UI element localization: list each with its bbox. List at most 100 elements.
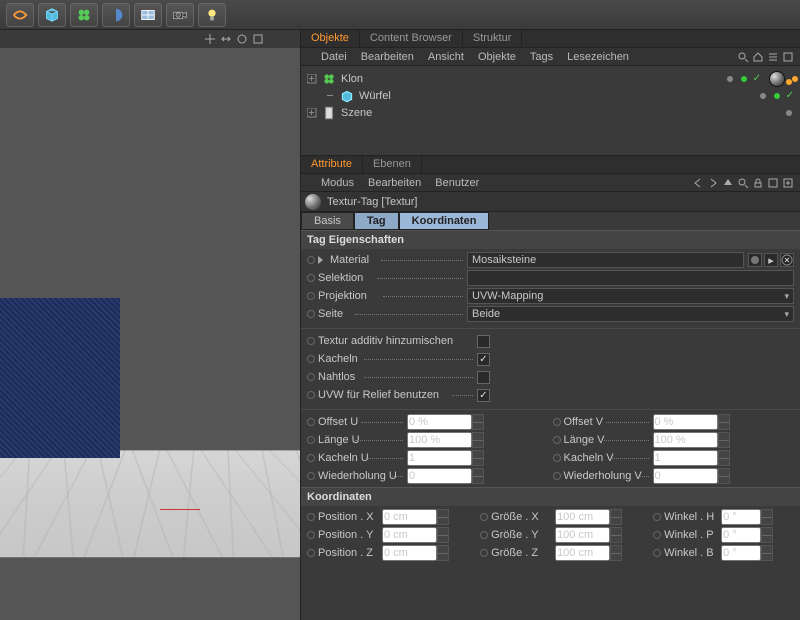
layer-dot[interactable] xyxy=(760,93,766,99)
up-icon[interactable] xyxy=(722,177,734,189)
input-größe-y[interactable] xyxy=(555,527,610,543)
tree-expand[interactable] xyxy=(307,74,317,84)
input-länge-v[interactable] xyxy=(653,432,718,448)
input-länge-u[interactable] xyxy=(407,432,472,448)
projektion-dropdown[interactable]: UVW-Mapping xyxy=(467,288,794,304)
material-expand-icon[interactable]: ▸ xyxy=(764,253,778,267)
render-check[interactable]: ✓ xyxy=(786,90,794,101)
checkbox-uvw-für-relief-benutzen[interactable] xyxy=(477,389,490,402)
spinner[interactable] xyxy=(718,450,730,466)
tree-item-würfel[interactable]: Würfel xyxy=(359,90,391,102)
menu-datei[interactable]: Datei xyxy=(321,51,347,63)
texture-tag-icon[interactable] xyxy=(769,71,785,87)
menu-ansicht[interactable]: Ansicht xyxy=(428,51,464,63)
light-icon[interactable] xyxy=(198,3,226,27)
checkbox-nahtlos[interactable] xyxy=(477,371,490,384)
selektion-input[interactable] xyxy=(467,270,794,286)
visibility-dot[interactable] xyxy=(741,76,747,82)
input-kacheln-u[interactable] xyxy=(407,450,472,466)
spinner[interactable] xyxy=(610,545,622,561)
subtab-koordinaten[interactable]: Koordinaten xyxy=(399,212,490,230)
material-expand[interactable] xyxy=(318,256,326,264)
input-wiederholung-u[interactable] xyxy=(407,468,472,484)
spinner[interactable] xyxy=(610,509,622,525)
spinner[interactable] xyxy=(718,414,730,430)
input-winkel-b[interactable] xyxy=(721,545,761,561)
maximize-icon[interactable] xyxy=(782,51,794,63)
menu-bearbeiten[interactable]: Bearbeiten xyxy=(361,51,414,63)
input-größe-z[interactable] xyxy=(555,545,610,561)
material-field[interactable]: Mosaiksteine xyxy=(467,252,744,268)
input-offset-u[interactable] xyxy=(407,414,472,430)
history-back-icon[interactable] xyxy=(692,177,704,189)
spinner[interactable] xyxy=(472,450,484,466)
tree-expand[interactable] xyxy=(307,108,317,118)
layer-dot[interactable] xyxy=(786,110,792,116)
search-icon[interactable] xyxy=(737,51,749,63)
spinner[interactable] xyxy=(472,432,484,448)
spinner[interactable] xyxy=(472,468,484,484)
home-icon[interactable] xyxy=(752,51,764,63)
input-kacheln-v[interactable] xyxy=(653,450,718,466)
viewport-zoom-icon[interactable] xyxy=(220,33,232,45)
spinner[interactable] xyxy=(761,527,773,543)
subtab-tag[interactable]: Tag xyxy=(354,212,399,230)
object-tree[interactable]: Klon ✓ Würfel ✓ Szene xyxy=(301,66,800,156)
render-check[interactable]: ✓ xyxy=(753,73,761,84)
spinner[interactable] xyxy=(718,432,730,448)
material-picker-icon[interactable] xyxy=(748,253,762,267)
input-wiederholung-v[interactable] xyxy=(653,468,718,484)
clone-icon[interactable] xyxy=(70,3,98,27)
list-icon[interactable] xyxy=(767,51,779,63)
checkbox-textur-additiv-hinzumischen[interactable] xyxy=(477,335,490,348)
input-winkel-p[interactable] xyxy=(721,527,761,543)
viewport[interactable] xyxy=(0,48,300,620)
maximize-attr-icon[interactable] xyxy=(782,177,794,189)
floor-icon[interactable] xyxy=(134,3,162,27)
input-position-x[interactable] xyxy=(382,509,437,525)
deformer-icon[interactable] xyxy=(6,3,34,27)
spinner[interactable] xyxy=(437,527,449,543)
spinner[interactable] xyxy=(718,468,730,484)
tree-item-szene[interactable]: Szene xyxy=(341,107,372,119)
visibility-dot[interactable] xyxy=(774,93,780,99)
spinner[interactable] xyxy=(472,414,484,430)
spinner[interactable] xyxy=(761,545,773,561)
lock-icon[interactable] xyxy=(752,177,764,189)
input-position-y[interactable] xyxy=(382,527,437,543)
history-fwd-icon[interactable] xyxy=(707,177,719,189)
checkbox-kacheln[interactable] xyxy=(477,353,490,366)
tree-expand[interactable] xyxy=(325,91,335,101)
tab-struktur[interactable]: Struktur xyxy=(463,30,523,47)
spinner[interactable] xyxy=(761,509,773,525)
menu-lesezeichen[interactable]: Lesezeichen xyxy=(567,51,629,63)
viewport-pan-icon[interactable] xyxy=(204,33,216,45)
tag-dot[interactable] xyxy=(792,76,798,82)
menu-tags[interactable]: Tags xyxy=(530,51,553,63)
input-größe-x[interactable] xyxy=(555,509,610,525)
input-offset-v[interactable] xyxy=(653,414,718,430)
cube-icon[interactable] xyxy=(38,3,66,27)
tab-content-browser[interactable]: Content Browser xyxy=(360,30,463,47)
input-winkel-h[interactable] xyxy=(721,509,761,525)
tree-item-klon[interactable]: Klon xyxy=(341,73,363,85)
tab-attribute[interactable]: Attribute xyxy=(301,156,363,173)
material-clear-icon[interactable] xyxy=(780,253,794,267)
camera-icon[interactable] xyxy=(166,3,194,27)
search-attr-icon[interactable] xyxy=(737,177,749,189)
seite-dropdown[interactable]: Beide xyxy=(467,306,794,322)
tab-objekte[interactable]: Objekte xyxy=(301,30,360,47)
menu-benutzer[interactable]: Benutzer xyxy=(435,177,479,189)
new-attr-icon[interactable] xyxy=(767,177,779,189)
tab-ebenen[interactable]: Ebenen xyxy=(363,156,422,173)
menu-objekte[interactable]: Objekte xyxy=(478,51,516,63)
spinner[interactable] xyxy=(437,509,449,525)
viewport-maximize-icon[interactable] xyxy=(252,33,264,45)
boole-icon[interactable] xyxy=(102,3,130,27)
spinner[interactable] xyxy=(610,527,622,543)
menu-modus[interactable]: Modus xyxy=(321,177,354,189)
input-position-z[interactable] xyxy=(382,545,437,561)
subtab-basis[interactable]: Basis xyxy=(301,212,354,230)
menu-bearbeiten-attr[interactable]: Bearbeiten xyxy=(368,177,421,189)
layer-dot[interactable] xyxy=(727,76,733,82)
